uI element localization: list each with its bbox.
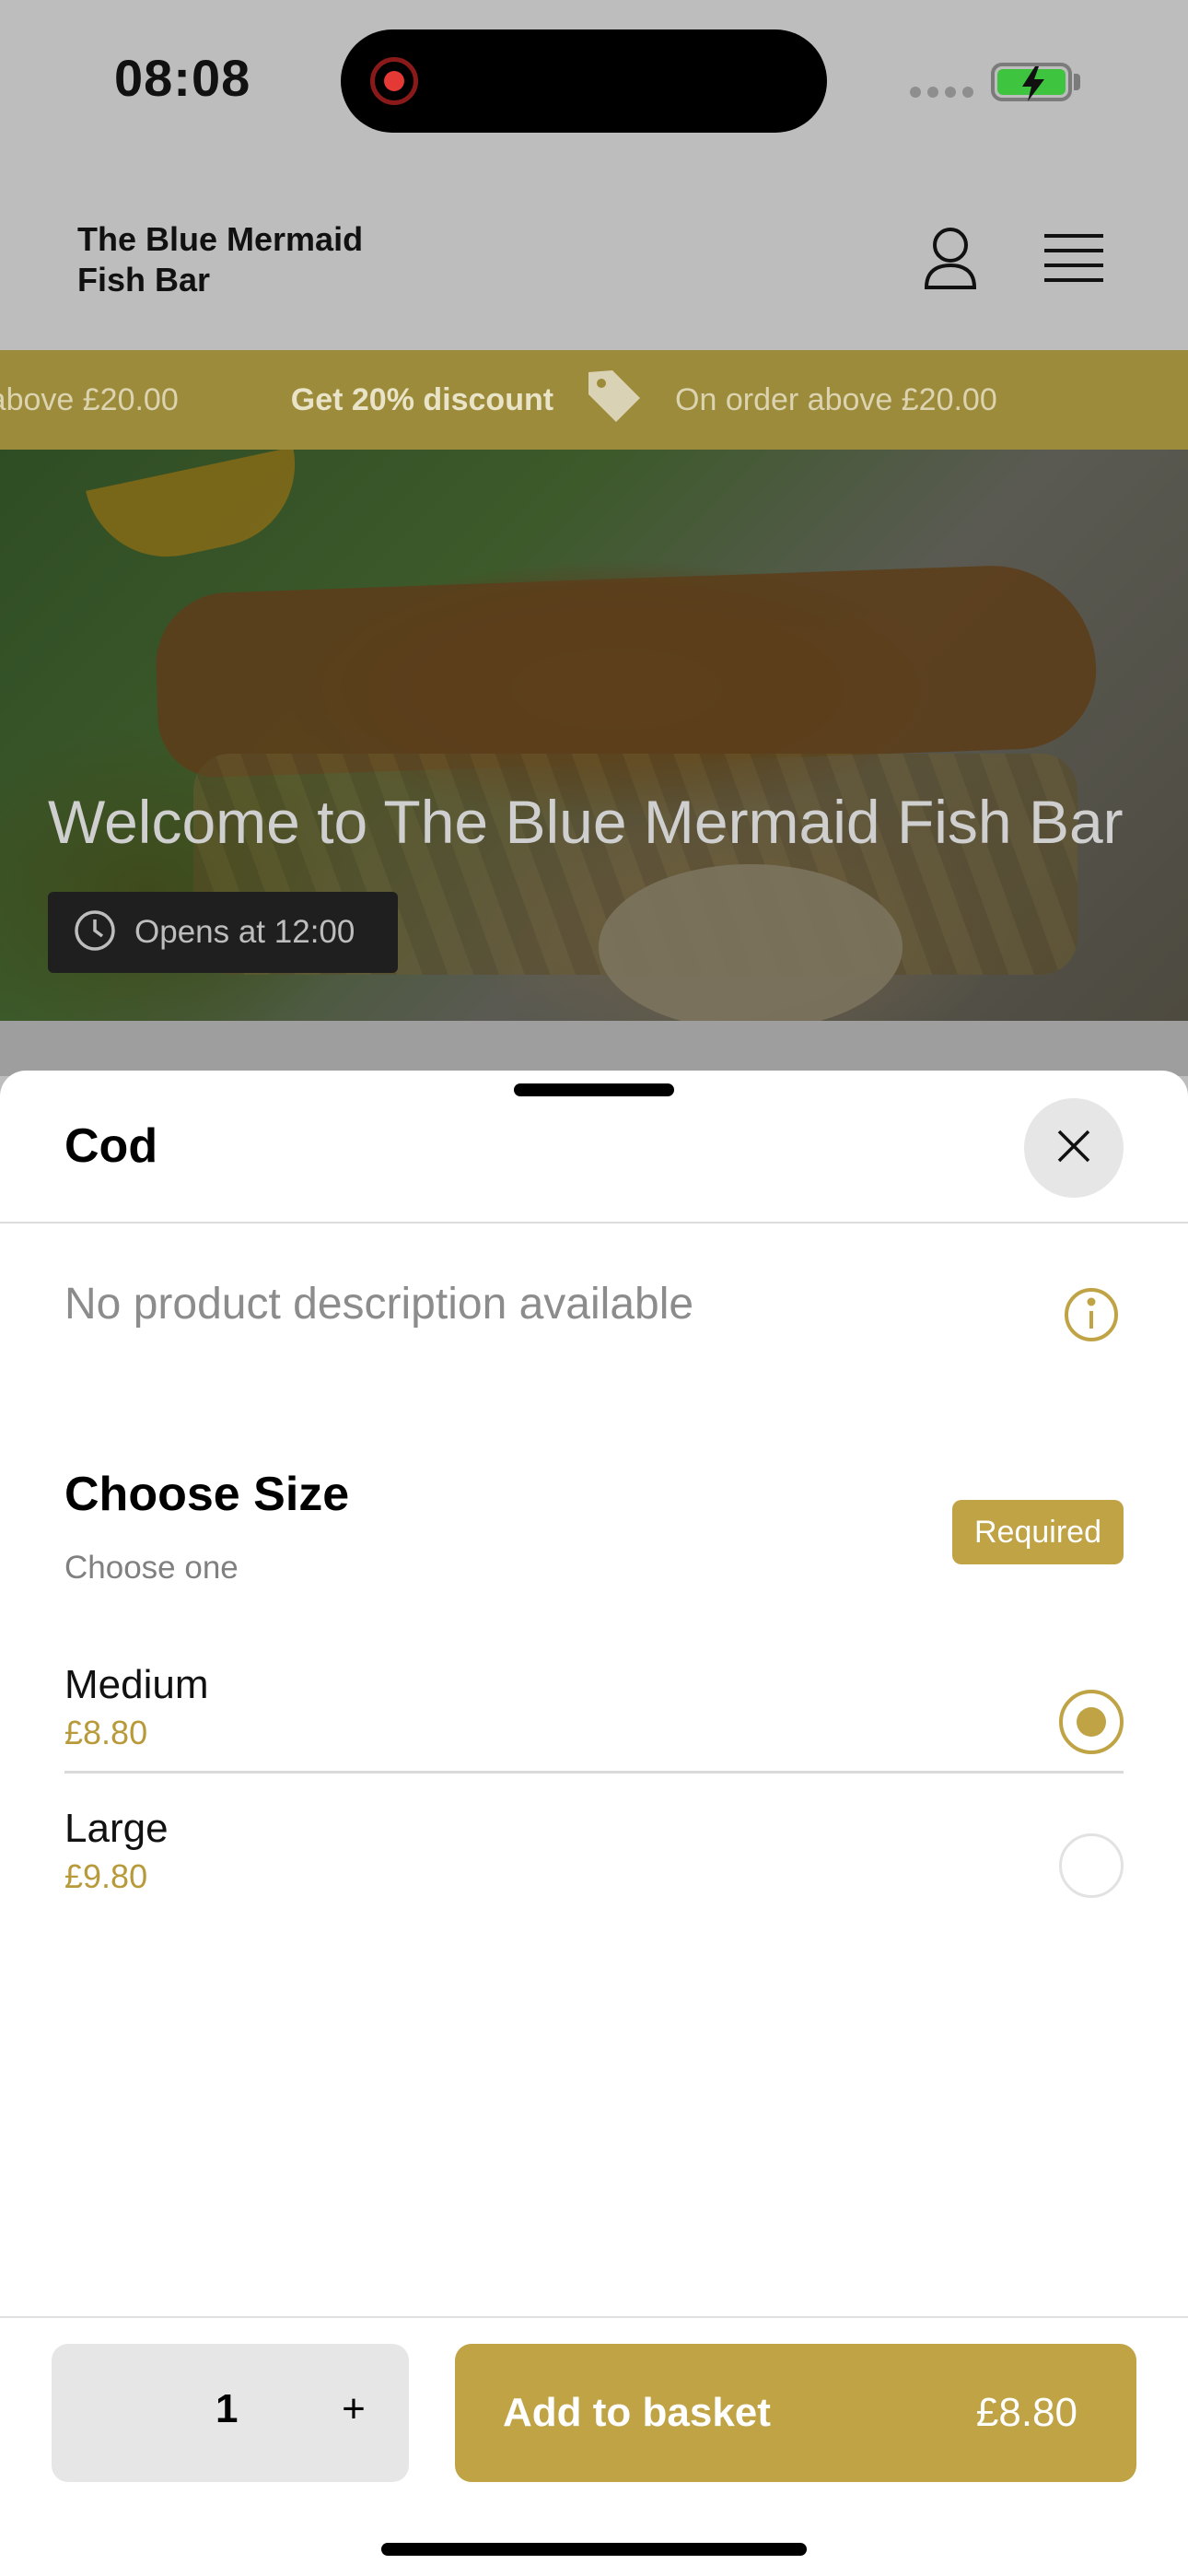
quantity-value: 1 [215,2386,239,2431]
close-icon [1055,1128,1092,1169]
option-price: £9.80 [64,1857,148,1895]
opening-hours-badge: Opens at 12:00 [48,892,398,973]
add-to-basket-price: £8.80 [975,2390,1077,2435]
brand-name[interactable]: The Blue Mermaid Fish Bar [77,219,409,300]
hero-title: Welcome to The Blue Mermaid Fish Bar [48,788,1124,856]
promo-text: er above £20.00 [0,381,179,417]
home-indicator[interactable] [381,2543,807,2556]
required-badge: Required [952,1500,1124,1564]
option-group-subtitle: Choose one [64,1550,239,1586]
hero-banner: Welcome to The Blue Mermaid Fish Bar Ope… [0,450,1188,1021]
promo-headline: Get 20% discount [290,381,554,417]
size-option-medium[interactable]: Medium £8.80 [64,1644,1124,1787]
promo-text: On order above £20.00 [675,381,997,417]
dynamic-island [341,29,827,133]
signal-icon [910,87,973,98]
add-to-basket-button[interactable]: Add to basket £8.80 [455,2344,1136,2482]
status-bar: 08:08 [0,0,1188,175]
clock-icon [74,909,116,956]
product-sheet: Cod No product description available Cho… [0,1071,1188,2576]
app-header: The Blue Mermaid Fish Bar [0,175,1188,350]
info-icon[interactable] [1063,1286,1120,1348]
recording-indicator-icon [370,57,418,105]
close-button[interactable] [1024,1098,1124,1198]
modal-scrim[interactable] [0,1021,1188,1076]
opening-hours-text: Opens at 12:00 [134,914,355,950]
product-description: No product description available [64,1280,694,1329]
size-option-large[interactable]: Large £9.80 [64,1787,1124,1931]
option-group-title: Choose Size [64,1468,350,1521]
radio-button[interactable] [1059,1833,1124,1898]
quantity-stepper: 1 + [52,2344,409,2482]
option-price: £8.80 [64,1714,148,1751]
sheet-grabber[interactable] [514,1083,674,1096]
user-icon[interactable] [921,225,980,296]
radio-button-selected[interactable] [1059,1690,1124,1754]
option-name: Large [64,1806,169,1851]
divider [0,1222,1188,1224]
footer-divider [0,2316,1188,2318]
increment-button[interactable]: + [328,2379,379,2440]
tag-icon [585,367,644,434]
promo-banner: er above £20.00 Get 20% discount On orde… [0,350,1188,450]
option-divider [64,1771,1124,1774]
battery-icon [991,63,1072,101]
option-name: Medium [64,1662,209,1707]
add-to-basket-label: Add to basket [503,2390,771,2435]
status-time: 08:08 [114,49,251,107]
menu-icon[interactable] [1044,232,1103,288]
product-title: Cod [64,1119,158,1173]
